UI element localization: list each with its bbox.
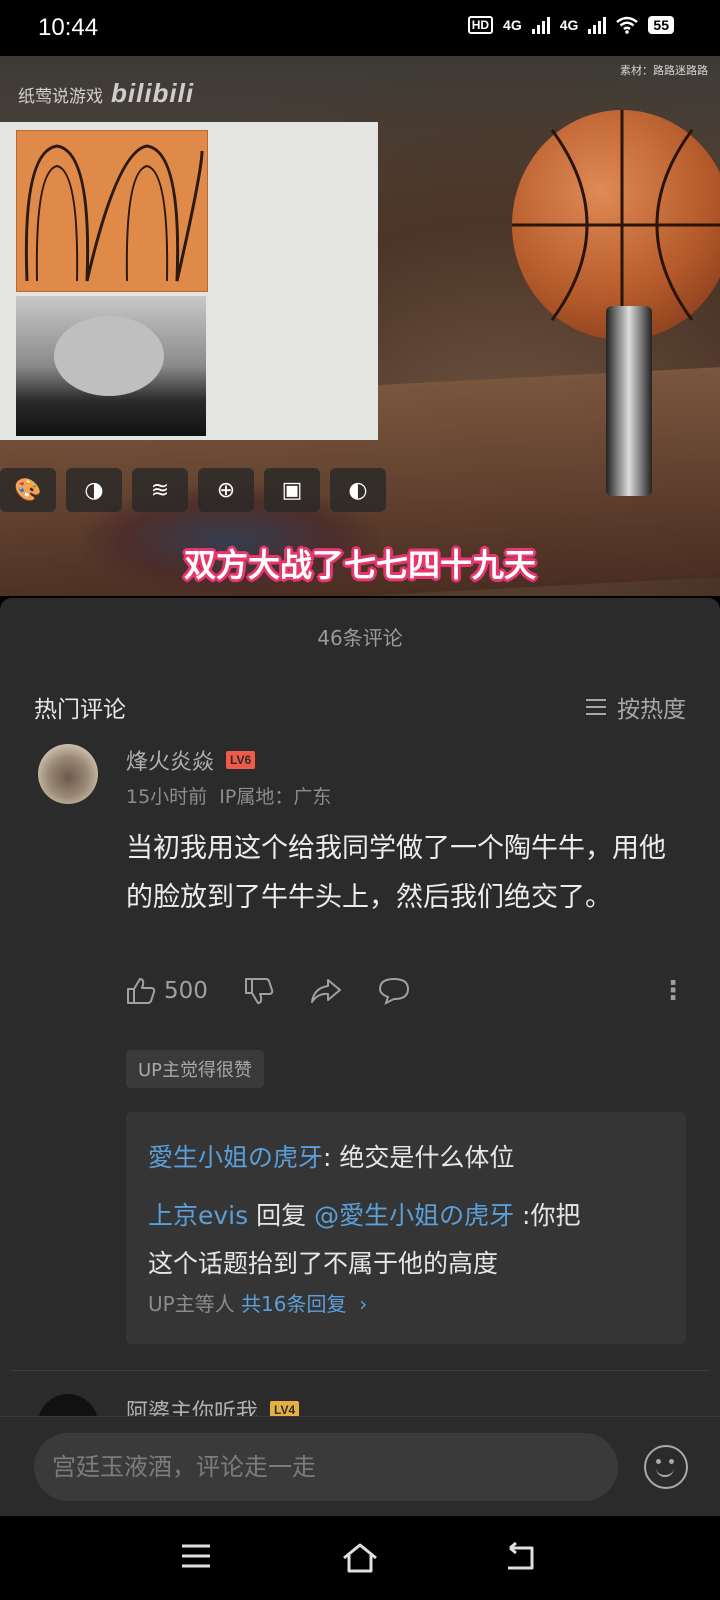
home-icon[interactable] xyxy=(340,1542,380,1574)
level-badge: LV4 xyxy=(270,1401,300,1416)
comment-author[interactable]: 阿婆主你听我 LV4 xyxy=(126,1394,300,1416)
username[interactable]: 烽火炎焱 xyxy=(126,744,214,776)
network-1-label: 4G xyxy=(503,17,522,33)
network-2-label: 4G xyxy=(559,17,579,33)
reply-user[interactable]: 上京evis xyxy=(148,1201,248,1230)
reply-text-continued: 这个话题抬到了不属于他的高度 xyxy=(148,1249,499,1278)
up-liked-badge: UP主觉得很赞 xyxy=(126,1050,265,1088)
palette-icon: 🎨 xyxy=(0,468,56,512)
username[interactable]: 阿婆主你听我 xyxy=(126,1394,258,1416)
avatar[interactable] xyxy=(38,1394,98,1416)
video-player[interactable]: 纸莺说游戏 bilibili 素材：路路迷路路 🎨 ◑ ≋ ⊕ ▣ ◐ 双方大战了… xyxy=(0,56,720,596)
divider xyxy=(10,1370,710,1371)
source-credit: 素材：路路迷路路 xyxy=(620,64,708,77)
status-icons: HD 4G 4G 55 xyxy=(467,16,674,34)
comment-ip: IP属地：广东 xyxy=(219,786,332,808)
battery-icon: 55 xyxy=(648,16,674,34)
signal-2-icon xyxy=(588,16,607,34)
view-more-replies[interactable]: UP主等人 共16条回复 › xyxy=(148,1288,367,1317)
bilibili-logo: bilibili xyxy=(111,78,195,108)
texture-pattern-icon xyxy=(24,144,204,282)
pattern-icon: ≋ xyxy=(132,468,188,512)
hot-comments-title: 热门评论 xyxy=(34,697,126,723)
reply-text: :你把 xyxy=(514,1201,581,1230)
image-icon: ▣ xyxy=(264,468,320,512)
sort-icon xyxy=(586,699,606,715)
sort-label: 按热度 xyxy=(617,697,686,723)
avatar[interactable] xyxy=(38,744,98,804)
reply-mention[interactable]: @愛生小姐の虎牙 xyxy=(314,1201,514,1230)
emoji-icon[interactable] xyxy=(644,1445,688,1489)
back-icon[interactable] xyxy=(504,1542,536,1572)
like-button[interactable]: 500 xyxy=(126,977,208,1005)
comment-input[interactable]: 宫廷玉液酒，评论走一走 xyxy=(34,1433,618,1501)
reply-user[interactable]: 愛生小姐の虎牙 xyxy=(148,1143,323,1172)
reply-item[interactable]: 愛生小姐の虎牙: 绝交是什么体位 xyxy=(148,1138,514,1174)
status-bar: 10:44 HD 4G 4G 55 xyxy=(0,0,720,56)
replies-box[interactable]: 愛生小姐の虎牙: 绝交是什么体位 上京evis 回复 @愛生小姐の虎牙 :你把 … xyxy=(126,1112,686,1344)
texture-preview xyxy=(16,130,208,292)
comment-text: 当初我用这个给我同学做了一个陶牛牛，用他的脸放到了牛牛头上，然后我们绝交了。 xyxy=(126,833,666,913)
share-icon xyxy=(310,979,341,1003)
reply-word: 回复 xyxy=(248,1201,315,1230)
signal-1-icon xyxy=(531,16,550,34)
comment-input-bar: 宫廷玉液酒，评论走一走 xyxy=(0,1416,720,1517)
comment-author[interactable]: 烽火炎焱 LV6 xyxy=(126,744,256,776)
comment-actions: 500 ⋮ xyxy=(126,976,686,1006)
video-watermark: 纸莺说游戏 bilibili xyxy=(18,78,194,109)
status-time: 10:44 xyxy=(38,14,99,41)
chat-bubble-icon xyxy=(378,977,409,1005)
sort-button[interactable]: 按热度 xyxy=(585,690,686,724)
reply-item[interactable]: 上京evis 回复 @愛生小姐の虎牙 :你把 这个话题抬到了不属于他的高度 xyxy=(148,1192,668,1288)
face-texture-preview xyxy=(16,296,206,436)
level-badge: LV6 xyxy=(226,751,256,769)
globe-icon: ⊕ xyxy=(198,468,254,512)
thumbs-up-icon xyxy=(127,978,156,1004)
thumbs-down-icon xyxy=(244,978,274,1004)
wifi-icon xyxy=(616,16,639,34)
dislike-button[interactable] xyxy=(244,977,274,1005)
more-replies-link[interactable]: 共16条回复 xyxy=(241,1292,346,1316)
system-nav-bar xyxy=(0,1516,720,1600)
comments-sheet: 46条评论 热门评论 按热度 烽火炎焱 LV6 15小时前 IP属地：广东 当初… xyxy=(0,598,720,1416)
more-options-icon[interactable]: ⋮ xyxy=(660,976,686,1006)
like-count: 500 xyxy=(164,978,208,1004)
menu-icon[interactable] xyxy=(180,1542,212,1570)
watermark-text: 纸莺说游戏 xyxy=(18,87,103,107)
contrast-icon: ◐ xyxy=(330,468,386,512)
chevron-right-icon: › xyxy=(352,1292,368,1316)
video-subtitle: 双方大战了七七四十九天 xyxy=(183,546,536,584)
circle-icon: ◑ xyxy=(66,468,122,512)
comment-meta: 15小时前 IP属地：广东 xyxy=(126,782,331,809)
comment-time: 15小时前 xyxy=(126,786,208,808)
reply-button[interactable] xyxy=(378,977,410,1005)
editor-toolbar: 🎨 ◑ ≋ ⊕ ▣ ◐ xyxy=(0,468,386,512)
hd-call-icon: HD xyxy=(467,16,494,34)
share-button[interactable] xyxy=(310,978,342,1004)
comment-count: 46条评论 xyxy=(317,626,403,650)
reply-text: : 绝交是什么体位 xyxy=(323,1143,515,1172)
figure-body xyxy=(606,306,652,496)
more-replies-prefix: UP主等人 xyxy=(148,1292,235,1316)
